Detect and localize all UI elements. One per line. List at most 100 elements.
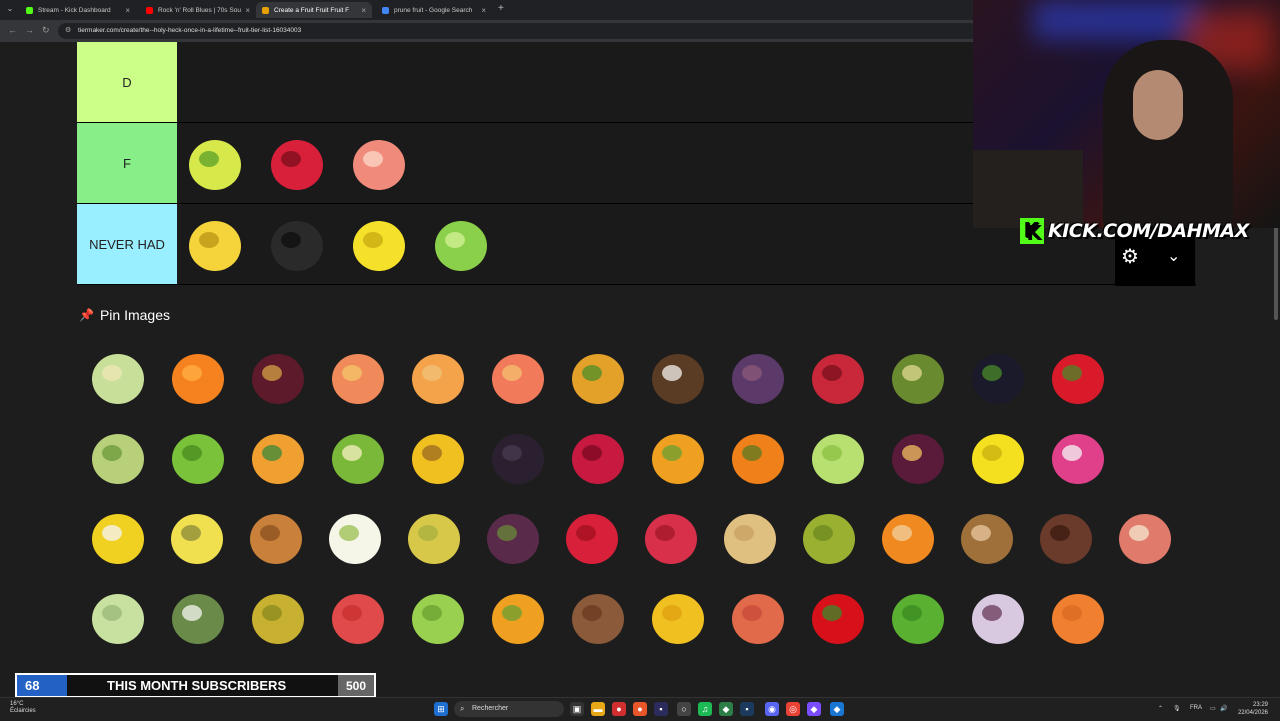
yellow-dragon-fruit-image[interactable] bbox=[78, 497, 157, 577]
guava-image[interactable] bbox=[798, 417, 878, 497]
mic-icon[interactable]: 🎙 bbox=[1173, 705, 1181, 712]
cranberry-image[interactable] bbox=[558, 417, 638, 497]
url-field[interactable]: ⚙ tiermaker.com/create/the--holy-heck-on… bbox=[58, 23, 978, 39]
app-icon[interactable]: ◆ bbox=[719, 702, 733, 716]
file-explorer-icon[interactable]: ▬ bbox=[591, 702, 605, 716]
persimmon-image[interactable] bbox=[718, 417, 798, 497]
tier-label[interactable]: F bbox=[77, 123, 177, 203]
chevron-down-icon[interactable]: ⌄ bbox=[1167, 246, 1180, 266]
new-tab-button[interactable]: + bbox=[498, 3, 504, 14]
pineapple-image[interactable] bbox=[558, 337, 638, 417]
banana-image[interactable] bbox=[179, 208, 251, 280]
plum-image[interactable] bbox=[238, 337, 318, 417]
close-icon[interactable]: × bbox=[361, 6, 366, 15]
lemon-image[interactable] bbox=[343, 208, 415, 280]
tamarind-image[interactable] bbox=[947, 497, 1026, 577]
tier-label[interactable]: NEVER HAD bbox=[77, 204, 177, 284]
tier-items[interactable] bbox=[179, 204, 497, 284]
melon-image[interactable] bbox=[78, 337, 158, 417]
network-icon[interactable]: ▭ bbox=[1210, 705, 1216, 712]
blood-lime-image[interactable] bbox=[718, 577, 798, 657]
golden-kiwi-image[interactable] bbox=[398, 417, 478, 497]
lychee-image[interactable] bbox=[631, 497, 710, 577]
canistel-image[interactable] bbox=[638, 577, 718, 657]
github-icon[interactable]: ○ bbox=[677, 702, 691, 716]
gear-icon[interactable]: ⚙ bbox=[1121, 244, 1139, 269]
rose-apple-image[interactable] bbox=[318, 577, 398, 657]
durian-cut-image[interactable] bbox=[157, 497, 236, 577]
nashi-pear-image[interactable] bbox=[236, 497, 315, 577]
salak-image[interactable] bbox=[1026, 497, 1105, 577]
prickly-pear-image[interactable] bbox=[1038, 577, 1118, 657]
star-fruit-image[interactable] bbox=[958, 417, 1038, 497]
app-icon[interactable]: ▪ bbox=[740, 702, 754, 716]
cantaloupe-image[interactable] bbox=[238, 417, 318, 497]
language-indicator[interactable]: FRA bbox=[1190, 705, 1202, 711]
coconut-image[interactable] bbox=[638, 337, 718, 417]
grapefruit-image[interactable] bbox=[343, 127, 415, 199]
nectarine-image[interactable] bbox=[478, 337, 558, 417]
reload-icon[interactable]: ↻ bbox=[42, 25, 50, 36]
dragon-fruit-image[interactable] bbox=[1038, 417, 1118, 497]
red-currant-image[interactable] bbox=[1038, 337, 1118, 417]
jackfruit-image[interactable] bbox=[789, 497, 868, 577]
passion-fruit-image[interactable] bbox=[878, 417, 958, 497]
physalis-image[interactable] bbox=[868, 497, 947, 577]
tier-label[interactable]: D bbox=[77, 42, 177, 122]
clock[interactable]: 23:29 22/04/2026 bbox=[1238, 701, 1268, 717]
app-icon[interactable]: ▪ bbox=[654, 702, 668, 716]
browser-tab[interactable]: Rock 'n' Roll Blues | 70s Sou × bbox=[140, 2, 256, 18]
langsat-image[interactable] bbox=[958, 577, 1038, 657]
apricot-image[interactable] bbox=[398, 337, 478, 417]
cherry-image[interactable] bbox=[798, 577, 878, 657]
green-rose-apple-image[interactable] bbox=[398, 577, 478, 657]
close-icon[interactable]: × bbox=[125, 6, 130, 15]
chrome-icon[interactable]: ◎ bbox=[786, 702, 800, 716]
calamansi-image[interactable] bbox=[478, 577, 558, 657]
blackberry-image[interactable] bbox=[261, 208, 333, 280]
rambutan-image[interactable] bbox=[552, 497, 631, 577]
app-icon[interactable]: ● bbox=[612, 702, 626, 716]
browser-tab[interactable]: prune fruit - Google Search × bbox=[376, 2, 492, 18]
mulberry-image[interactable] bbox=[478, 417, 558, 497]
quince-image[interactable] bbox=[394, 497, 473, 577]
papaya-image[interactable] bbox=[638, 417, 718, 497]
fig-image[interactable] bbox=[718, 337, 798, 417]
back-icon[interactable]: ← bbox=[8, 25, 17, 35]
sapodilla-image[interactable] bbox=[558, 577, 638, 657]
browser-tab[interactable]: Create a Fruit Fruit Fruit F × bbox=[256, 2, 372, 18]
spotify-icon[interactable]: ♫ bbox=[698, 702, 712, 716]
soursop-image[interactable] bbox=[158, 577, 238, 657]
orange-image[interactable] bbox=[158, 337, 238, 417]
volume-icon[interactable]: 🔊 bbox=[1220, 705, 1227, 712]
app-icon[interactable]: ◆ bbox=[807, 702, 821, 716]
lime-image[interactable] bbox=[425, 208, 497, 280]
atemoya-image[interactable] bbox=[238, 577, 318, 657]
task-view-icon[interactable]: ▣ bbox=[570, 702, 584, 716]
discord-icon[interactable]: ◉ bbox=[765, 702, 779, 716]
mangosteen-image[interactable] bbox=[473, 497, 552, 577]
black-grapes-image[interactable] bbox=[958, 337, 1038, 417]
pin-icon[interactable]: 📌 bbox=[79, 308, 94, 322]
forward-icon[interactable]: → bbox=[25, 25, 34, 35]
custard-apple-image[interactable] bbox=[78, 577, 158, 657]
green-lime-image[interactable] bbox=[878, 577, 958, 657]
taskbar-search[interactable]: ⌕ Rechercher bbox=[454, 701, 564, 717]
longan-split-image[interactable] bbox=[315, 497, 394, 577]
gooseberry-image[interactable] bbox=[78, 417, 158, 497]
start-icon[interactable]: ⊞ bbox=[434, 702, 448, 716]
longan-image[interactable] bbox=[710, 497, 789, 577]
avocado-image[interactable] bbox=[878, 337, 958, 417]
tray-chevron-icon[interactable]: ⌃ bbox=[1158, 705, 1163, 712]
peach-image[interactable] bbox=[318, 337, 398, 417]
pomegranate-image[interactable] bbox=[798, 337, 878, 417]
close-icon[interactable]: × bbox=[481, 6, 486, 15]
snake-fruit-image[interactable] bbox=[1105, 497, 1184, 577]
pear-image[interactable] bbox=[179, 127, 251, 199]
close-icon[interactable]: × bbox=[245, 6, 250, 15]
browser-tab[interactable]: Stream - Kick Dashboard × bbox=[20, 2, 136, 18]
tier-items[interactable] bbox=[179, 123, 415, 203]
raspberry-image[interactable] bbox=[261, 127, 333, 199]
green-apple-image[interactable] bbox=[158, 417, 238, 497]
kiwi-image[interactable] bbox=[318, 417, 398, 497]
